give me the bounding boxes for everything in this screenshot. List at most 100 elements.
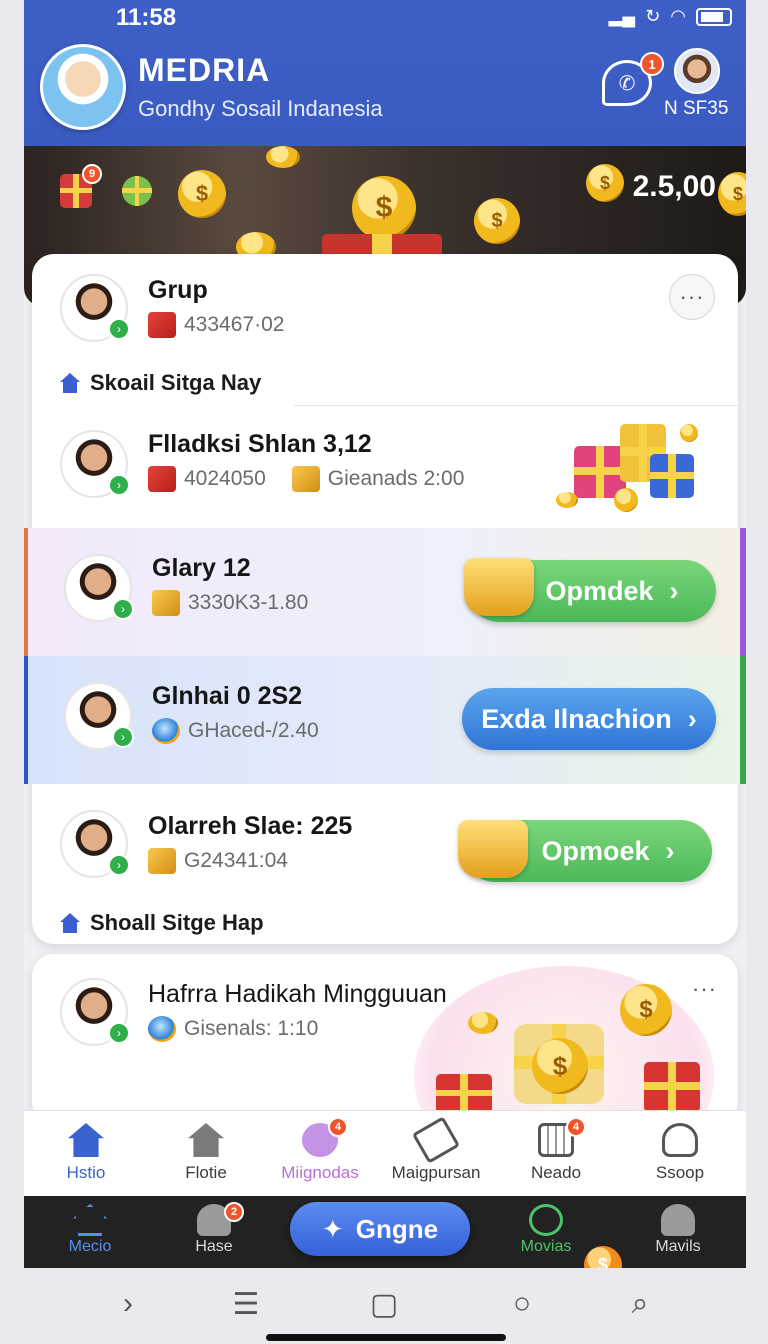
row-title: Olarreh Slae: 225 <box>148 812 353 840</box>
orb-icon <box>152 718 180 744</box>
row-meta: G24341:04 <box>148 848 288 874</box>
tab-label: Miignodas <box>281 1163 359 1182</box>
row-meta-value: 433467·02 <box>184 313 285 336</box>
pot-icon <box>122 176 152 206</box>
verified-icon: › <box>108 318 130 340</box>
menu-icon[interactable]: ☰ <box>226 1284 266 1324</box>
signal-icon: ▂▄ <box>608 6 636 26</box>
row-title: Glary 12 <box>152 554 251 582</box>
button-label: Exda Ilnachion <box>481 703 672 734</box>
action-button[interactable]: Exda Ilnachion › <box>462 688 716 750</box>
tab-badge: 4 <box>566 1117 586 1137</box>
sparkle-icon: ✦ <box>321 1213 344 1244</box>
coin-icon: $ <box>474 198 520 244</box>
section-label: Shoall Sitge Hap <box>60 910 264 936</box>
app-header: 11:58 ▂▄ ↻ ◠ MEDRIA Gondhy Sosail Indane… <box>24 0 746 146</box>
profile-code: N SF35 <box>664 98 729 119</box>
forward-icon[interactable]: › <box>108 1284 148 1324</box>
list-item[interactable]: › Olarreh Slae: 225 G24341:04 Opmoek › S… <box>24 784 738 944</box>
list-item[interactable]: › Flladksi Shlan 3,12 4024050 Gieanads 2… <box>24 406 738 528</box>
more-options-button[interactable]: ··· <box>692 976 717 1002</box>
tab-label: Flotie <box>185 1163 227 1182</box>
coin-icon <box>680 424 698 442</box>
home-outline-icon <box>73 1204 107 1236</box>
list-item-highlight[interactable]: › Glary 12 3330K3-1.80 Opmdek › <box>24 528 746 656</box>
list-item[interactable]: › Grup 433467·02 ··· Skoail Sitga Nay <box>24 254 738 404</box>
gift-icon <box>650 454 694 498</box>
box-icon <box>291 466 320 492</box>
gift-icon <box>148 466 176 492</box>
gift-icon <box>148 312 176 338</box>
nav-label: Hase <box>195 1238 233 1255</box>
tab-label: Maigpursan <box>391 1163 481 1182</box>
nav-hase[interactable]: Hase 2 <box>154 1202 274 1256</box>
orb-icon <box>148 1016 176 1042</box>
gift-badge: 9 <box>82 164 102 184</box>
row-meta: 4024050 Gieanads 2:00 <box>148 466 464 492</box>
wifi-icon: ◠ <box>670 6 686 26</box>
profile-icon <box>661 1204 695 1236</box>
gift-icon <box>644 1062 700 1110</box>
house-icon <box>188 1123 224 1157</box>
tab-flotie[interactable]: Flotie <box>146 1123 266 1183</box>
coin-icon: $ <box>718 172 746 216</box>
tag-icon <box>411 1116 461 1164</box>
sync-icon: ↻ <box>645 6 661 26</box>
list-item-highlight[interactable]: › Glnhai 0 2S2 GHaced-/2.40 Exda Ilnachi… <box>24 656 746 784</box>
avatar: › <box>64 682 134 750</box>
row-meta-value: G24341:04 <box>184 849 288 872</box>
button-label: Opmdek <box>545 575 654 606</box>
tab-badge: 4 <box>328 1117 348 1137</box>
home-icon <box>68 1123 104 1157</box>
nav-movies[interactable]: Movias <box>486 1204 606 1256</box>
coin-icon <box>556 492 578 508</box>
coin-icon: $ <box>620 984 672 1036</box>
coin-icon: $ <box>532 1038 588 1094</box>
row-meta: 433467·02 <box>148 312 284 338</box>
user-avatar[interactable] <box>40 44 126 130</box>
tab-purchase[interactable]: Maigpursan <box>376 1116 496 1183</box>
nav-label: Mavils <box>655 1238 701 1255</box>
row-title: Glnhai 0 2S2 <box>152 682 303 710</box>
verified-icon: › <box>108 854 130 876</box>
row-meta-value: 4024050 <box>184 467 266 490</box>
tab-bar: Hstio Flotie Miignodas 4 Maigpursan Nead… <box>24 1110 746 1196</box>
tab-neado[interactable]: Neado 4 <box>496 1117 616 1183</box>
avatar: › <box>64 554 134 622</box>
box-icon <box>152 590 180 616</box>
section-label: Skoail Sitga Nay <box>60 370 261 396</box>
tab-label: Ssoop <box>655 1163 705 1182</box>
assistant-icon[interactable]: ○ <box>502 1284 542 1324</box>
chat-badge: 1 <box>640 52 664 76</box>
coin-icon: $ <box>178 170 226 218</box>
tab-shop[interactable]: Ssoop <box>620 1123 740 1183</box>
status-time: 11:58 <box>116 4 177 31</box>
main-action-button[interactable]: ✦ Gngne <box>290 1202 470 1256</box>
avatar: › <box>60 274 130 342</box>
profile-avatar[interactable] <box>674 48 720 94</box>
app-subtitle: Gondhy Sosail Indanesia <box>138 96 383 121</box>
app-screen: 11:58 ▂▄ ↻ ◠ MEDRIA Gondhy Sosail Indane… <box>24 0 746 1344</box>
nav-profile[interactable]: Mavils <box>618 1204 738 1256</box>
tab-label: Hstio <box>66 1163 106 1182</box>
tab-home[interactable]: Hstio <box>26 1123 146 1183</box>
tab-label: Neado <box>530 1163 582 1182</box>
tab-messages[interactable]: Miignodas 4 <box>260 1117 380 1183</box>
more-options-button[interactable]: ··· <box>669 274 715 320</box>
avatar: › <box>60 978 130 1046</box>
chevron-right-icon: › <box>687 703 697 734</box>
row-title: Grup <box>148 276 208 304</box>
search-icon[interactable]: ⌕ <box>620 1284 660 1324</box>
home-square-icon[interactable]: ▢ <box>364 1284 404 1324</box>
house-icon <box>60 913 80 933</box>
gold-ingot-icon <box>464 558 534 616</box>
home-indicator[interactable] <box>266 1334 506 1341</box>
nav-home[interactable]: Mecio <box>30 1204 150 1256</box>
coin-icon: $ <box>586 164 624 202</box>
coin-icon <box>266 146 300 168</box>
status-icons: ▂▄ ↻ ◠ <box>609 6 732 27</box>
avatar: › <box>60 810 130 878</box>
clock-icon <box>529 1204 563 1236</box>
row-meta: Gisenals: 1:10 <box>148 1016 318 1042</box>
chevron-right-icon: › <box>669 575 679 606</box>
